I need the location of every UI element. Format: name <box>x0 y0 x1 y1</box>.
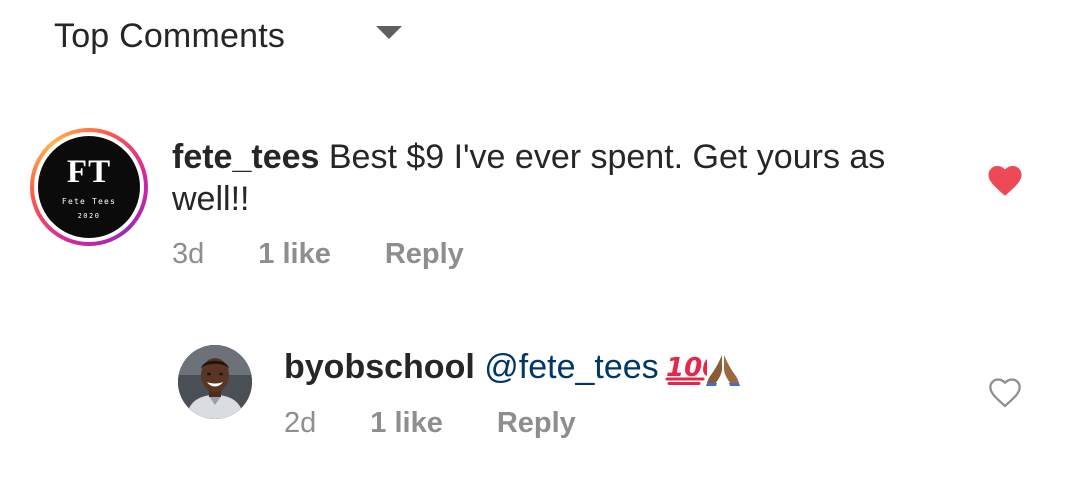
avatar-year: 2020 <box>77 212 101 220</box>
heart-outline-icon[interactable] <box>988 377 1022 408</box>
avatar-brand-name: Fete Tees <box>61 197 117 206</box>
hundred-points-emoji: 100 <box>665 353 707 386</box>
comment-age: 3d <box>172 238 205 270</box>
reply-likes-link[interactable]: 1 like <box>370 407 443 440</box>
reply-age: 2d <box>284 407 317 439</box>
reply-username[interactable]: byobschool <box>284 348 475 386</box>
folded-hands-emoji <box>705 355 740 387</box>
avatar[interactable]: FT Fete Tees 2020 <box>38 136 140 238</box>
avatar[interactable] <box>178 345 252 419</box>
sort-comments-dropdown[interactable]: Top Comments <box>54 14 414 58</box>
mention-link[interactable]: @fete_tees <box>484 348 658 386</box>
comment-likes-link[interactable]: 1 like <box>258 238 331 271</box>
reply-button[interactable]: Reply <box>497 407 576 440</box>
avatar-initials: FT <box>66 154 112 190</box>
comment-username[interactable]: fete_tees <box>172 138 319 176</box>
reply-body: byobschool @fete_tees 100 <box>284 346 944 388</box>
reply-meta: 2d 1 like Reply <box>284 407 576 440</box>
comment-meta: 3d 1 like Reply <box>172 238 464 271</box>
comment-body: fete_tees Best $9 I've ever spent. Get y… <box>172 136 952 220</box>
heart-filled-icon[interactable] <box>987 164 1023 197</box>
sort-label: Top Comments <box>54 16 286 55</box>
reply-button[interactable]: Reply <box>385 238 464 271</box>
chevron-down-icon[interactable] <box>376 26 402 39</box>
